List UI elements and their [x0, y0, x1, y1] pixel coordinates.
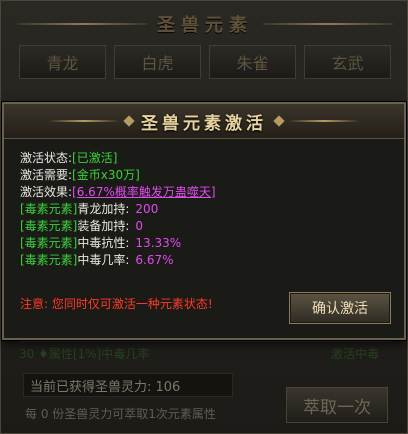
- stat-row: [毒素元素] 中毒抗性: 13.33%: [20, 235, 216, 252]
- stat-name: 青龙加持:: [77, 202, 130, 216]
- exchange-note: 每 0 份圣兽灵力可萃取1次元素属性: [25, 407, 216, 421]
- status-row: 激活状态: [已激活]: [20, 150, 216, 167]
- effect-value-link[interactable]: [6.67%概率触发万蛊噬天]: [72, 184, 216, 201]
- effect-row: 激活效果: [6.67%概率触发万蛊噬天]: [20, 184, 216, 201]
- stat-value: 200: [135, 202, 159, 216]
- dialog-header: 圣兽元素激活: [4, 104, 404, 139]
- tab-xuanwu[interactable]: 玄武: [304, 45, 391, 79]
- stat-row: [毒素元素] 青龙加持: 200: [20, 201, 216, 218]
- tab-baihu[interactable]: 白虎: [114, 45, 201, 79]
- title-ornament: [49, 120, 119, 122]
- diamond-ornament-icon: [273, 115, 285, 127]
- title-ornament: [263, 23, 393, 25]
- confirm-activate-button[interactable]: 确认激活: [289, 292, 391, 324]
- status-value: [已激活]: [72, 151, 118, 165]
- panel-title: 圣兽元素: [157, 15, 253, 36]
- stat-value: 6.67%: [135, 253, 174, 267]
- stat-value: 0: [135, 219, 144, 233]
- beast-tabs: 青龙 白虎 朱雀 玄武: [19, 45, 391, 79]
- stat-tag: [毒素元素]: [20, 202, 78, 216]
- diamond-ornament-icon: [123, 115, 135, 127]
- stat-tag: [毒素元素]: [20, 236, 78, 250]
- cost-label: 激活需要:: [20, 168, 73, 182]
- stat-name: 装备加持:: [77, 219, 130, 233]
- stat-value: 13.33%: [135, 236, 182, 250]
- dialog-title: 圣兽元素激活: [141, 113, 267, 134]
- cost-value: [金币x30万]: [72, 168, 140, 182]
- warning-text: 注意: 您同时仅可激活一种元素状态!: [20, 297, 213, 311]
- stat-tag: [毒素元素]: [20, 219, 78, 233]
- status-label: 激活状态:: [20, 151, 73, 165]
- activate-poison-link[interactable]: 激活中毒: [331, 345, 379, 362]
- activation-dialog: 圣兽元素激活 激活状态: [已激活] 激活需要: [金币x30万] 激活效果: …: [2, 102, 406, 340]
- spirit-power-display: 当前已获得圣兽灵力: 106: [23, 373, 233, 397]
- extract-once-button[interactable]: 萃取一次: [286, 387, 388, 423]
- attribute-text: 30 ♦属性[1%]中毒几率: [19, 346, 150, 361]
- stat-row: [毒素元素] 装备加持: 0: [20, 218, 216, 235]
- stat-tag: [毒素元素]: [20, 253, 78, 267]
- effect-label: 激活效果:: [20, 185, 73, 199]
- title-ornament: [289, 120, 359, 122]
- cost-row: 激活需要: [金币x30万]: [20, 167, 216, 184]
- stat-name: 中毒几率:: [77, 253, 130, 267]
- panel-title-bar: 圣兽元素: [7, 9, 403, 39]
- title-ornament: [17, 23, 147, 25]
- tab-qinglong[interactable]: 青龙: [19, 45, 106, 79]
- stat-name: 中毒抗性:: [77, 236, 130, 250]
- element-attribute-row: 30 ♦属性[1%]中毒几率 激活中毒: [19, 341, 391, 364]
- tab-zhuque[interactable]: 朱雀: [209, 45, 296, 79]
- activation-info: 激活状态: [已激活] 激活需要: [金币x30万] 激活效果: [6.67%概…: [20, 150, 216, 269]
- stat-row: [毒素元素] 中毒几率: 6.67%: [20, 252, 216, 269]
